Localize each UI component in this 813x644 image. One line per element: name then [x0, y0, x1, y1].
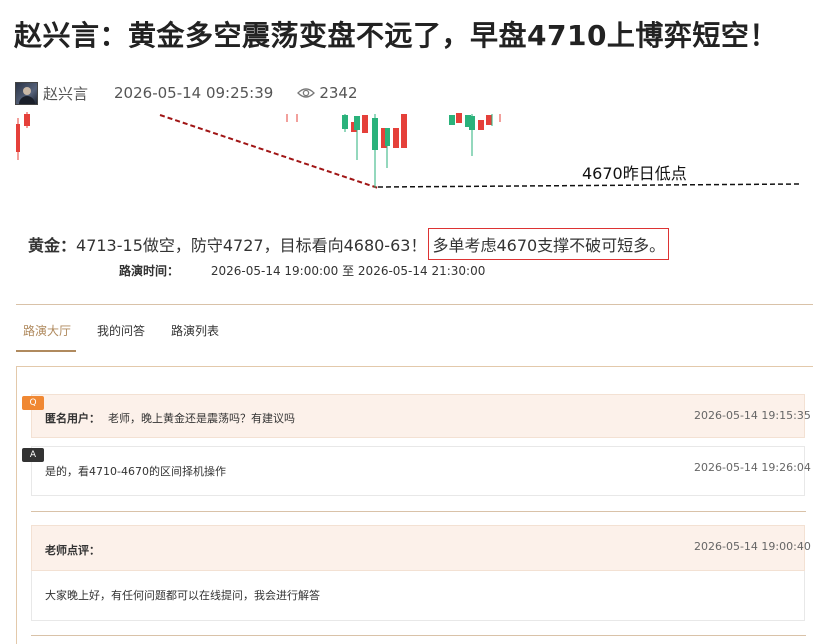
comment-title: 老师点评：: [45, 544, 100, 557]
article-meta: 赵兴言 2026-05-14 09:25:39 2342: [15, 80, 358, 106]
support-annotation: 4670昨日低点: [582, 164, 687, 183]
article-title: 赵兴言：黄金多空震荡变盘不远了，早盘4710上博弈短空！: [14, 19, 778, 52]
strategy-highlight: 多单考虑4670支撑不破可短多。: [428, 228, 670, 260]
strategy-line: 黄金： 4713-15做空，防守4727，目标看向4680-63！ 多单考虑46…: [28, 228, 670, 260]
answer-badge: A: [22, 448, 44, 462]
candles-left: [16, 112, 30, 160]
view-count: 2342: [319, 84, 358, 102]
support-line: [377, 183, 801, 188]
active-tab-indicator: [16, 350, 76, 352]
tab-roadshow-hall[interactable]: 路演大厅: [16, 318, 78, 352]
divider: [16, 304, 813, 305]
publish-date: 2026-05-14 09:25:39: [114, 84, 274, 102]
strategy-text: 4713-15做空，防守4727，目标看向4680-63！: [76, 236, 427, 255]
question-text: 老师，晚上黄金还是震荡吗？有建议吗: [108, 412, 295, 425]
comment-body: 大家晚上好，有任何问题都可以在线提问，我会进行解答: [31, 571, 805, 621]
divider: [31, 635, 806, 636]
divider: [31, 511, 806, 512]
comment-header: 老师点评： 2026-05-14 19:00:40: [31, 525, 811, 571]
roadshow-time-label: 路演时间：: [119, 264, 180, 278]
question-badge: Q: [22, 396, 44, 410]
chart-image: 4670昨日低点: [16, 112, 801, 189]
comment-text: 大家晚上好，有任何问题都可以在线提问，我会进行解答: [45, 589, 320, 602]
tab-bar: 路演大厅 我的问答 路演列表: [16, 318, 238, 352]
roadshow-time-value: 2026-05-14 19:00:00 至 2026-05-14 21:30:0…: [210, 264, 486, 278]
eye-icon: [297, 88, 316, 98]
comment-time: 2026-05-14 19:00:40: [694, 540, 811, 553]
tab-roadshow-list[interactable]: 路演列表: [164, 318, 226, 352]
candles-middle: [342, 114, 407, 188]
avatar: [15, 81, 38, 105]
question-time: 2026-05-14 19:15:35: [694, 409, 811, 422]
roadshow-time: 路演时间： 2026-05-14 19:00:00 至 2026-05-14 2…: [119, 262, 485, 279]
answer-text: 是的，看4710-4670的区间择机操作: [45, 465, 226, 478]
answer-row: 是的，看4710-4670的区间择机操作 2026-05-14 19:26:04: [31, 446, 811, 496]
author-name[interactable]: 赵兴言: [43, 83, 88, 104]
strategy-label: 黄金：: [28, 236, 77, 255]
answer-time: 2026-05-14 19:26:04: [694, 461, 811, 474]
tab-my-qa[interactable]: 我的问答: [90, 318, 152, 352]
candles-right: [449, 113, 501, 156]
question-row: 匿名用户： 老师，晚上黄金还是震荡吗？有建议吗 2026-05-14 19:15…: [31, 394, 811, 438]
question-user: 匿名用户：: [45, 412, 100, 425]
